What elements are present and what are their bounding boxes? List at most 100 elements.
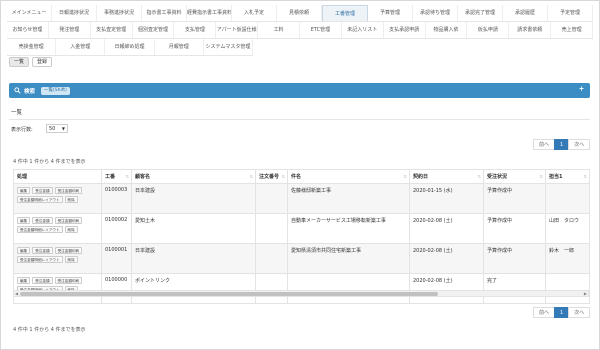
pagination-bottom: 前へ 1 次へ bbox=[533, 307, 591, 318]
page-1-button[interactable]: 1 bbox=[554, 307, 570, 318]
table-row: 編集 受注金額 受注金額印刷 受注金額明細レイアウト 削除 0100001 日本建設 愛知県清… bbox=[13, 243, 590, 274]
page-1-button[interactable]: 1 bbox=[554, 139, 570, 150]
nav-item[interactable]: アパート仮設仕様 bbox=[216, 22, 259, 38]
sort-icon[interactable]: ⇅ bbox=[540, 174, 543, 179]
column-header[interactable]: 工番 ⇅ bbox=[101, 169, 132, 184]
column-header-label: 注文番号 bbox=[259, 174, 280, 180]
cell-status: 完了 bbox=[483, 273, 546, 304]
nav-item[interactable]: 入金管理 bbox=[56, 39, 106, 55]
row-action-button[interactable]: 削除 bbox=[64, 196, 78, 203]
next-page-button[interactable]: 次へ bbox=[568, 307, 591, 318]
nav-item[interactable]: 予算管理 bbox=[368, 5, 413, 21]
nav-item[interactable]: 承認待ち管理 bbox=[413, 5, 458, 21]
nav-item[interactable]: 支払承認申請 bbox=[384, 22, 426, 38]
column-header[interactable]: 契約日 ⇅ bbox=[409, 169, 484, 184]
cell-status: 予算作成中 bbox=[483, 213, 546, 244]
column-header[interactable]: 注文番号 ⇅ bbox=[255, 169, 288, 184]
row-action-button[interactable]: 編集 bbox=[17, 217, 31, 224]
nav-item[interactable]: 日報進捗状況 bbox=[52, 5, 97, 21]
next-page-button[interactable]: 次へ bbox=[568, 139, 591, 150]
row-action-buttons: 編集受注金額受注金額印刷受注金額明細レイアウト削除 bbox=[17, 247, 97, 263]
column-header[interactable]: 顧客名 ⇅ bbox=[131, 169, 256, 184]
subtab-list[interactable]: 一覧 bbox=[9, 57, 30, 67]
rows-per-page-label: 表示行数: bbox=[11, 127, 33, 133]
nav-item[interactable]: 承認完了管理 bbox=[458, 5, 503, 21]
row-action-button[interactable]: 受注金額 bbox=[32, 247, 53, 254]
nav-item[interactable]: 承認履歴 bbox=[503, 5, 548, 21]
sort-icon[interactable]: ⇅ bbox=[404, 174, 407, 179]
row-action-button[interactable]: 編集 bbox=[17, 277, 31, 284]
row-action-button[interactable]: 受注金額明細レイアウト bbox=[17, 256, 63, 263]
nav-item[interactable]: 未記入リスト bbox=[342, 22, 384, 38]
cell-order bbox=[255, 243, 288, 274]
prev-page-button[interactable]: 前へ bbox=[533, 307, 556, 318]
row-action-button[interactable]: 受注金額 bbox=[32, 217, 53, 224]
cell-customer: ポイントリンク bbox=[131, 273, 256, 304]
sort-icon[interactable]: ⇅ bbox=[282, 174, 285, 179]
prev-page-button[interactable]: 前へ bbox=[533, 139, 556, 150]
nav-item[interactable]: 支払査定管理 bbox=[91, 22, 133, 38]
rows-per-page-select[interactable]: 50 ▼ bbox=[46, 124, 68, 133]
search-panel-header[interactable]: 検索 一覧(Shift) bbox=[9, 83, 590, 98]
column-header[interactable]: 件名 ⇅ bbox=[287, 169, 410, 184]
row-action-button[interactable]: 削除 bbox=[64, 256, 78, 263]
row-action-button[interactable]: 受注金額印刷 bbox=[54, 187, 83, 194]
nav-item[interactable]: 売掛金管理 bbox=[7, 39, 57, 55]
column-header[interactable]: 受注状況 ⇅ bbox=[483, 169, 546, 184]
nav-item[interactable]: 発注管理 bbox=[49, 22, 91, 38]
nav-item[interactable]: 請求書依頼 bbox=[509, 22, 552, 38]
column-header[interactable]: 処理 bbox=[13, 169, 102, 184]
scroll-left-icon[interactable]: ◀ bbox=[15, 291, 18, 296]
row-action-button[interactable]: 受注金額明細レイアウト bbox=[17, 226, 63, 233]
nav-item[interactable]: 工料 bbox=[258, 22, 301, 38]
list-shift-button[interactable]: 一覧(Shift) bbox=[41, 86, 70, 95]
nav-item[interactable]: 指示書工事資料 bbox=[142, 5, 187, 21]
nav-item[interactable]: 入札予定 bbox=[232, 5, 277, 21]
nav-item[interactable]: 物品購入依 bbox=[426, 22, 468, 38]
nav-item[interactable]: 工番管理 bbox=[322, 5, 368, 21]
cell-order bbox=[255, 273, 288, 304]
nav-item[interactable]: 日報締め処理 bbox=[105, 39, 155, 55]
sort-icon[interactable]: ⇅ bbox=[126, 174, 129, 179]
row-action-button[interactable]: 削除 bbox=[64, 226, 78, 233]
row-action-button[interactable]: 受注金額印刷 bbox=[54, 217, 83, 224]
nav-item[interactable]: 個別査定管理 bbox=[133, 22, 175, 38]
row-action-button[interactable]: 受注金額印刷 bbox=[54, 277, 83, 284]
nav-row-1: メインメニュー 日報進捗状況 事務進捗状況 指示書工事資料 経費指示書工事資料 入札予定見… bbox=[7, 5, 593, 22]
row-action-button[interactable]: 受注金額印刷 bbox=[54, 247, 83, 254]
plus-icon[interactable] bbox=[579, 86, 584, 91]
sub-tabs: 一覧 登録 bbox=[9, 57, 53, 67]
nav-item[interactable]: 予定管理 bbox=[548, 5, 593, 21]
sort-icon[interactable]: ⇅ bbox=[478, 174, 481, 179]
subtab-register[interactable]: 登録 bbox=[32, 57, 53, 67]
row-action-button[interactable]: 編集 bbox=[17, 187, 31, 194]
nav-item[interactable]: お知らせ管理 bbox=[7, 22, 49, 38]
nav-item[interactable]: 仮払申請 bbox=[467, 22, 510, 38]
row-actions: 編集受注金額受注金額印刷受注金額明細レイアウト削除 bbox=[13, 243, 102, 274]
sort-icon[interactable]: ⇅ bbox=[250, 174, 253, 179]
nav-item[interactable]: 事務進捗状況 bbox=[97, 5, 142, 21]
main-nav: メインメニュー 日報進捗状況 事務進捗状況 指示書工事資料 経費指示書工事資料 入札予定見… bbox=[7, 5, 594, 56]
row-action-button[interactable]: 受注金額 bbox=[32, 187, 53, 194]
nav-item[interactable]: 見積依頼 bbox=[277, 5, 322, 21]
nav-item[interactable]: メインメニュー bbox=[7, 5, 52, 21]
nav-item[interactable]: 経費指示書工事資料 bbox=[187, 5, 232, 21]
cell-person: 鈴木 一郎 bbox=[545, 243, 590, 274]
scroll-right-icon[interactable]: ▶ bbox=[584, 291, 587, 296]
table-row: 編集 受注金額 受注金額印刷 受注金額明細レイアウト 削除 0100002 愛知土木 自動車メ… bbox=[13, 213, 590, 244]
row-action-button[interactable]: 受注金額 bbox=[32, 277, 53, 284]
nav-item[interactable]: ETC管理 bbox=[300, 22, 342, 38]
cell-person: 山田 タロウ bbox=[545, 213, 590, 244]
row-action-button[interactable]: 受注金額明細レイアウト bbox=[17, 196, 63, 203]
horizontal-scrollbar[interactable]: ◀ ▶ bbox=[13, 290, 589, 297]
row-action-buttons: 編集受注金額受注金額印刷受注金額明細レイアウト削除 bbox=[17, 187, 97, 203]
nav-item[interactable]: 月報管理 bbox=[155, 39, 204, 55]
nav-item[interactable]: 支払管理 bbox=[174, 22, 217, 38]
nav-item[interactable]: 売上管理 bbox=[551, 22, 594, 38]
cell-code: 0100002 bbox=[101, 213, 132, 244]
scroll-thumb[interactable] bbox=[20, 292, 438, 296]
column-header[interactable]: 担当1 ⇅ bbox=[545, 169, 590, 184]
nav-item[interactable]: システムマスタ管理 bbox=[204, 39, 254, 55]
sort-icon[interactable]: ⇅ bbox=[584, 174, 587, 179]
row-action-button[interactable]: 編集 bbox=[17, 247, 31, 254]
